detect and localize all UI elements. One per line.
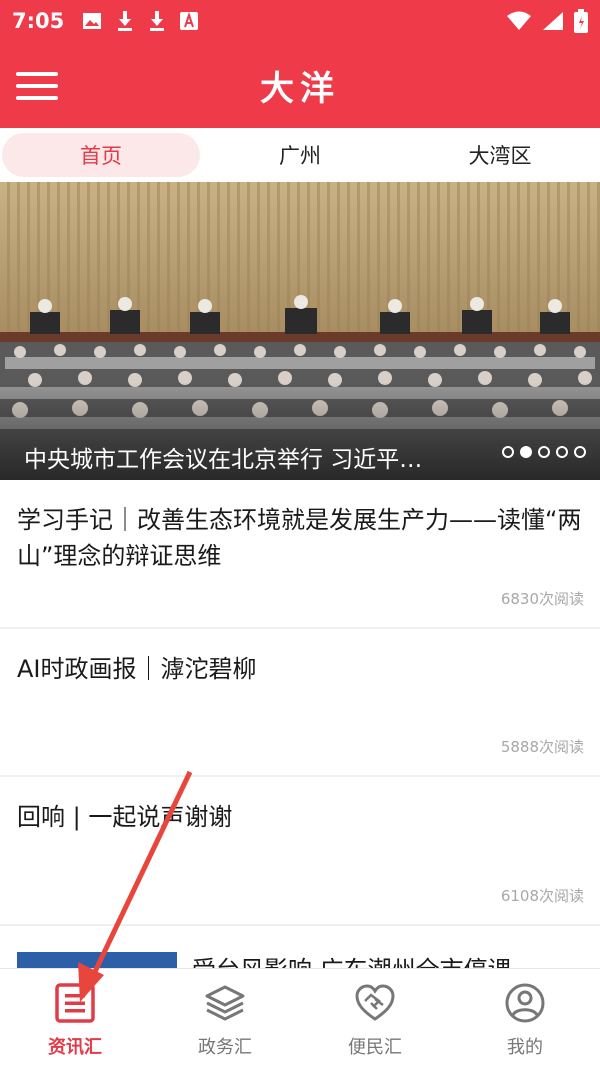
banner-carousel[interactable]: 中央城市工作会议在北京举行 习近平…: [0, 182, 600, 480]
status-time: 7:05: [12, 9, 65, 33]
article-title: AI时政画报｜滹沱碧柳: [17, 655, 257, 683]
nav-government[interactable]: 政务汇: [150, 969, 300, 1066]
battery-icon: [574, 9, 588, 33]
article-title: 受台风影响 广东潮州全市停课: [192, 956, 512, 970]
bottom-navigation: 资讯汇 政务汇 便民汇 我的: [0, 968, 600, 1066]
layers-icon: [205, 985, 245, 1021]
carousel-dot[interactable]: [538, 446, 550, 458]
nav-profile-label: 我的: [507, 1037, 543, 1058]
image-notification-icon: [83, 13, 102, 29]
nav-news-label: 资讯汇: [48, 1037, 102, 1058]
profile-icon: [505, 983, 545, 1023]
download-icon: [118, 11, 133, 31]
menu-button[interactable]: [16, 72, 58, 100]
news-icon: [55, 983, 95, 1023]
carousel-dot[interactable]: [502, 446, 514, 458]
wifi-icon: [507, 11, 531, 30]
signal-icon: [543, 12, 563, 30]
download-icon: [150, 11, 165, 31]
article-title: 回响 | 一起说声谢谢: [17, 803, 233, 831]
app-a-icon: [180, 12, 199, 30]
tab-guangzhou[interactable]: 广州: [200, 133, 400, 177]
nav-news[interactable]: 资讯汇: [0, 969, 150, 1066]
banner-caption: 中央城市工作会议在北京举行 习近平…: [24, 447, 423, 473]
status-system-icons: [506, 9, 588, 33]
tab-home[interactable]: 首页: [2, 133, 200, 177]
menu-icon: [16, 72, 58, 76]
handshake-icon: [355, 984, 395, 1021]
carousel-dot[interactable]: [556, 446, 568, 458]
article-item[interactable]: 回响 | 一起说声谢谢 6108次阅读: [0, 777, 600, 926]
article-title: 学习手记｜改善生态环境就是发展生产力——读懂“两山”理念的辩证思维: [17, 506, 582, 570]
channel-tabs: 首页 广州 大湾区: [0, 128, 600, 182]
article-read-count: 6830次阅读: [500, 590, 584, 608]
app-title: 大洋: [260, 68, 340, 109]
app-bar: 大洋: [0, 42, 600, 128]
tab-greater-bay-area[interactable]: 大湾区: [400, 133, 600, 177]
nav-government-label: 政务汇: [198, 1037, 252, 1058]
article-read-count: 5888次阅读: [500, 738, 584, 756]
carousel-indicator: [502, 446, 586, 458]
nav-services-label: 便民汇: [348, 1037, 402, 1058]
article-read-count: 6108次阅读: [500, 887, 584, 905]
banner-photo: [0, 182, 600, 480]
status-bar: 7:05: [0, 0, 600, 42]
nav-services[interactable]: 便民汇: [300, 969, 450, 1066]
article-item[interactable]: 学习手记｜改善生态环境就是发展生产力——读懂“两山”理念的辩证思维 6830次阅…: [0, 480, 600, 629]
status-notifications: [82, 10, 199, 32]
article-item[interactable]: 受台风影响 广东潮州全市停课: [0, 926, 600, 970]
carousel-dot[interactable]: [574, 446, 586, 458]
article-item[interactable]: AI时政画报｜滹沱碧柳 5888次阅读: [0, 629, 600, 777]
nav-profile[interactable]: 我的: [450, 969, 600, 1066]
carousel-dot-active[interactable]: [520, 446, 532, 458]
